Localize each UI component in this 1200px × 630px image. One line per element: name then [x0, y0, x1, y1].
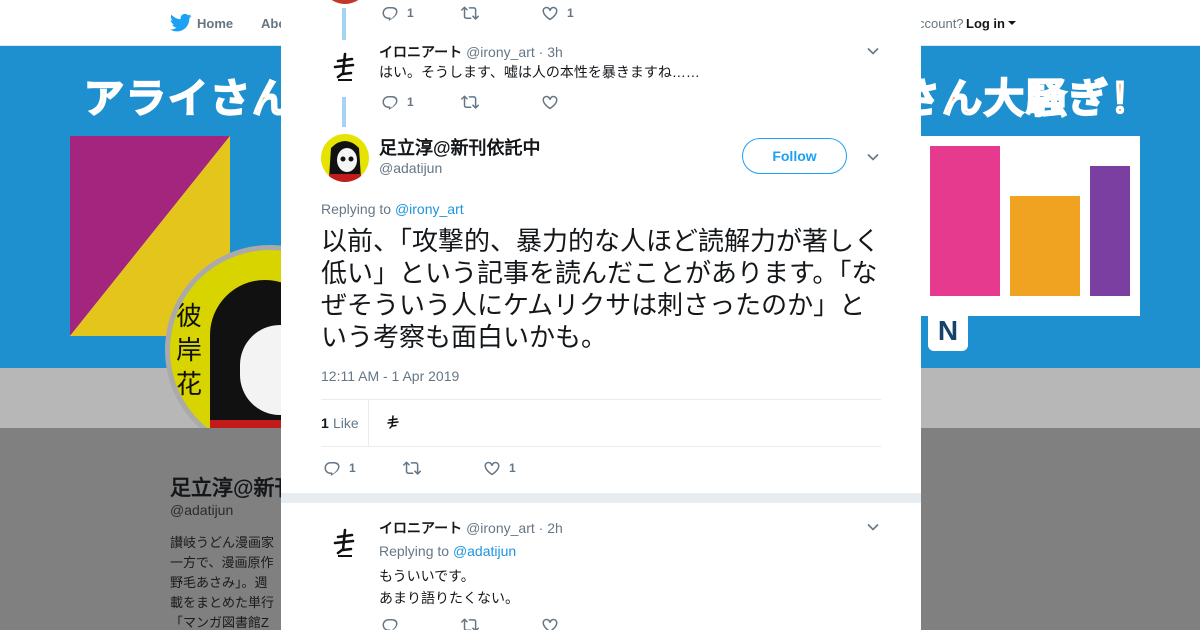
retweet-button[interactable]: [403, 458, 429, 478]
thread-line: [342, 8, 346, 40]
reply-icon: [382, 7, 398, 21]
reply-count: 1: [349, 461, 356, 475]
replying-to: Replying to @irony_art: [321, 201, 464, 217]
reply-button[interactable]: 1: [381, 3, 414, 23]
tweet-author-handle[interactable]: @irony_art: [466, 44, 535, 60]
replying-to: Replying to @adatijun: [379, 543, 516, 559]
main-tweet-timestamp[interactable]: 12:11 AM - 1 Apr 2019: [321, 368, 459, 384]
like-icon: [542, 6, 558, 21]
retweet-button[interactable]: [461, 3, 487, 23]
tweet-author-name[interactable]: イロニアート: [379, 44, 462, 60]
retweet-icon: [461, 618, 479, 630]
like-button[interactable]: 1: [483, 458, 516, 478]
nav-home-link[interactable]: Home: [197, 16, 233, 31]
like-count: 1: [567, 6, 574, 20]
replying-to-prefix: Replying to: [321, 201, 395, 217]
thread-line: [342, 97, 346, 127]
login-link[interactable]: Log in: [966, 16, 1005, 31]
retweet-button[interactable]: [461, 92, 487, 112]
like-count: 1: [509, 461, 516, 475]
reply-button[interactable]: 1: [323, 458, 356, 478]
chevron-down-icon[interactable]: [866, 44, 880, 58]
reply-button[interactable]: 1: [381, 92, 414, 112]
nav-account-text: ccount?: [918, 16, 964, 31]
tweet-actions: 1: [381, 92, 681, 112]
prev-tweet-avatar[interactable]: [321, 0, 369, 4]
retweet-icon: [461, 95, 479, 109]
close-icon[interactable]: [1152, 10, 1180, 38]
like-button[interactable]: 1: [541, 3, 574, 23]
irony-art-avatar[interactable]: [321, 520, 369, 568]
likes-label[interactable]: Like: [333, 415, 359, 431]
tweet-author-name[interactable]: イロニアート: [379, 520, 462, 536]
liker-avatar-icon[interactable]: [383, 413, 403, 433]
banner-badge: N: [928, 311, 968, 351]
reply-icon: [324, 462, 340, 476]
tweet-stats: 1 Like: [321, 399, 881, 447]
follow-button[interactable]: Follow: [742, 138, 847, 174]
replying-to-prefix: Replying to: [379, 543, 453, 559]
main-tweet-text: 以前、「攻撃的、暴力的な人ほど読解力が著しく低い」という記事を読んだことがありま…: [321, 227, 881, 353]
retweet-icon: [403, 461, 421, 475]
main-tweet-author-name[interactable]: 足立淳@新刊依託中: [379, 134, 541, 160]
author-avatar-illustration: [329, 141, 361, 182]
tweet-header: イロニアート @irony_art · 3h: [379, 42, 563, 62]
tweet-time[interactable]: · 3h: [539, 44, 563, 60]
retweet-icon: [461, 6, 479, 20]
reply-button[interactable]: [381, 615, 399, 630]
tweet-text: はい。そうします、嘘は人の本性を暴きますね……: [379, 64, 700, 80]
tweet-text: もういいです。 あまり語りたくない。: [379, 568, 519, 606]
chevron-down-icon[interactable]: [866, 520, 880, 534]
like-icon: [542, 95, 558, 110]
tweet-header: イロニアート @irony_art · 2h: [379, 518, 563, 538]
irony-art-avatar[interactable]: [321, 44, 369, 92]
reply-icon: [382, 619, 398, 630]
banner-graphic-right: [920, 136, 1140, 316]
tweet-author-handle[interactable]: @irony_art: [466, 520, 535, 536]
profile-name: 足立淳@新刊: [170, 477, 296, 500]
main-tweet-author-handle[interactable]: @adatijun: [379, 160, 442, 176]
prev-tweet-actions: 1 1: [381, 3, 681, 23]
tweet-permalink-modal: 1 1 イロニアート @irony_art · 3h はい。そうします、嘘は人の…: [281, 0, 921, 630]
like-icon: [542, 618, 558, 630]
main-tweet-avatar[interactable]: [321, 134, 369, 182]
avatar-kanji: 彼岸花: [176, 302, 203, 400]
tweet-time[interactable]: · 2h: [539, 520, 563, 536]
profile-bio: 讃岐うどん漫画家 一方で、漫画原作 野毛あさみ」。週 載をまとめた単行 「マンガ…: [170, 535, 275, 630]
profile-handle: @adatijun: [170, 502, 234, 518]
replying-to-link[interactable]: @irony_art: [395, 201, 464, 217]
like-icon: [484, 461, 500, 476]
ironyart-logo-icon: [333, 52, 355, 81]
reply-count: 1: [407, 6, 414, 20]
chevron-down-icon[interactable]: [866, 150, 880, 164]
tweet-actions: [381, 615, 681, 630]
reply-count: 1: [407, 95, 414, 109]
reply-icon: [382, 96, 398, 110]
replying-to-link[interactable]: @adatijun: [453, 543, 516, 559]
retweet-button[interactable]: [461, 615, 479, 630]
twitter-bird-icon[interactable]: [170, 13, 192, 33]
banner-title-right: さん大騒ぎ！: [899, 76, 1152, 122]
likes-number[interactable]: 1: [321, 415, 329, 431]
stats-divider: [368, 400, 369, 446]
caret-down-icon[interactable]: [1008, 21, 1016, 25]
ironyart-logo-icon: [333, 528, 355, 557]
main-tweet-actions: 1 1: [323, 458, 623, 478]
replies-divider: [281, 493, 921, 503]
like-button[interactable]: [541, 615, 559, 630]
like-button[interactable]: [541, 92, 567, 112]
